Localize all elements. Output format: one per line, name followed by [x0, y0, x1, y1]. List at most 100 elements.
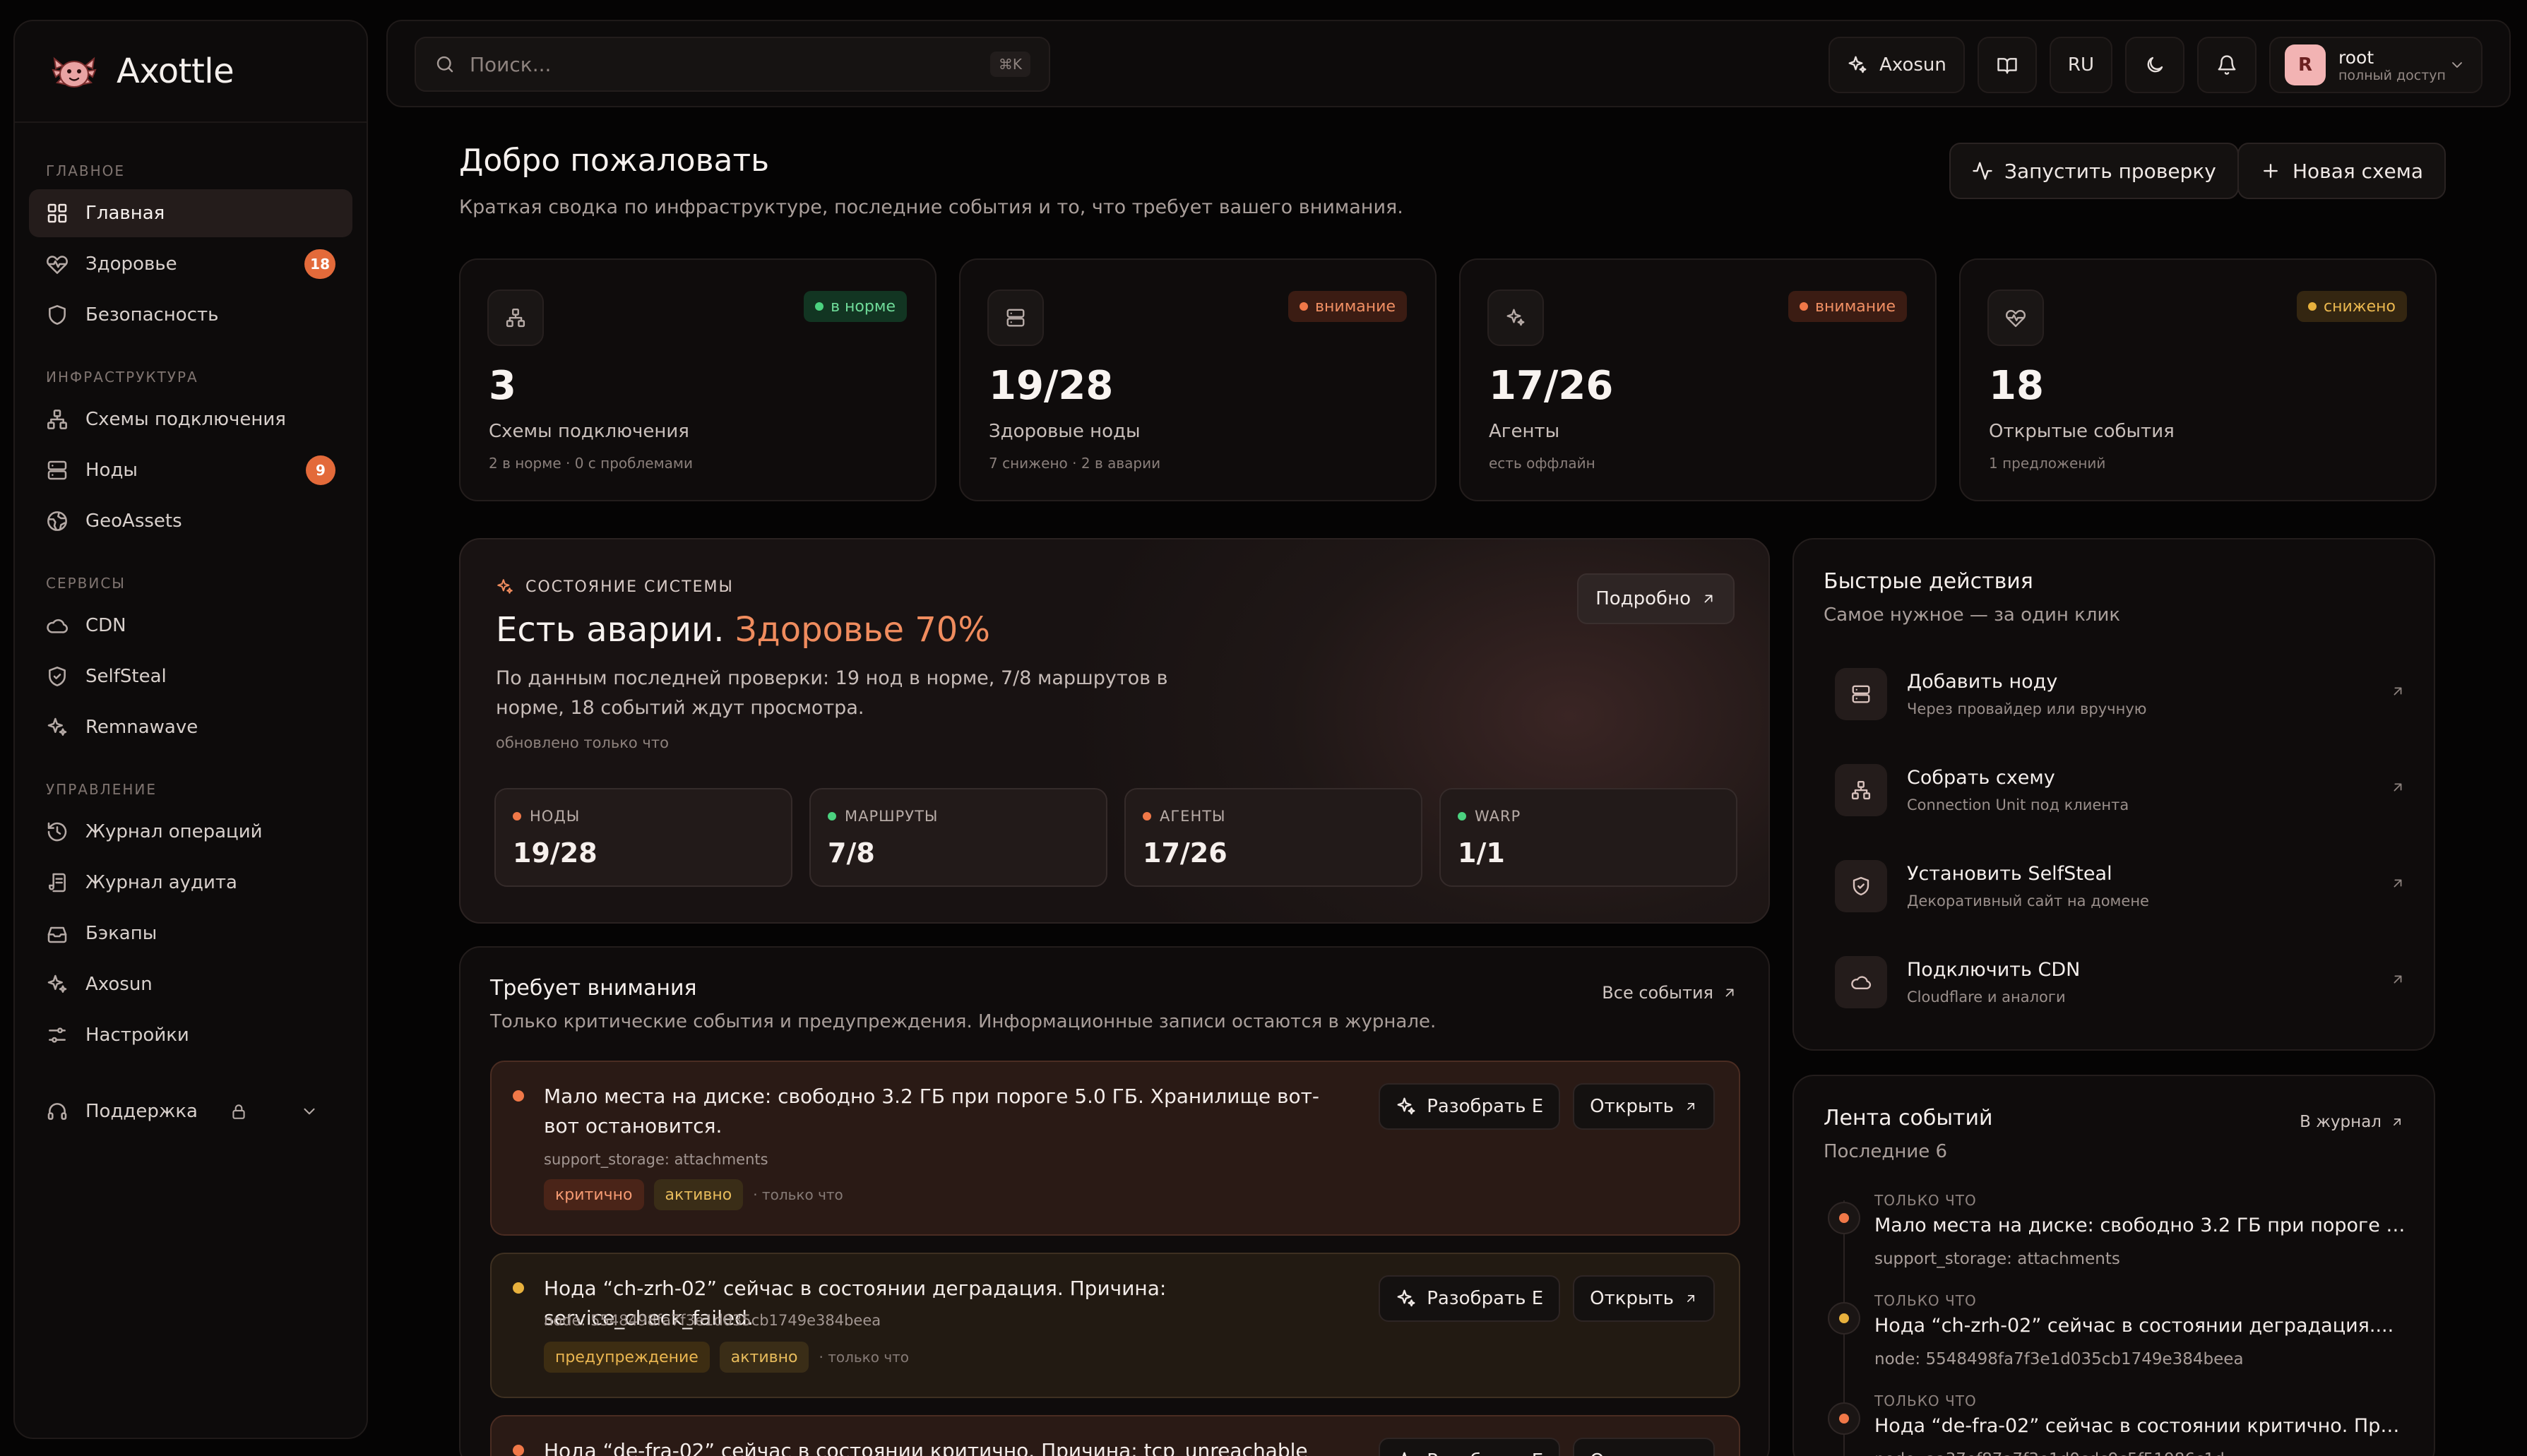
- all-events-link[interactable]: Все события: [1602, 983, 1737, 1003]
- sidebar-item-label: Бэкапы: [85, 923, 157, 944]
- analyze-button[interactable]: Разобрать Е: [1379, 1275, 1561, 1322]
- sidebar-item-audit-log[interactable]: Журнал аудита: [29, 859, 352, 907]
- system-description: По данным последней проверки: 19 нод в н…: [496, 667, 1168, 719]
- stat-value: 19/28: [989, 363, 1114, 409]
- quick-action-add-node[interactable]: Добавить ноду Через провайдер или вручну…: [1835, 655, 2406, 733]
- sidebar-item-label: Axosun: [85, 974, 153, 995]
- analyze-button[interactable]: Разобрать Е: [1379, 1083, 1561, 1130]
- system-title: Есть аварии. Здоровье 70%: [496, 610, 990, 650]
- event-feed-card: Лента событий Последние 6 В журнал ТОЛЬК…: [1792, 1075, 2435, 1456]
- brand-name: Axottle: [117, 52, 234, 91]
- sidebar-item-selfsteal[interactable]: SelfSteal: [29, 652, 352, 700]
- analyze-button[interactable]: Разобрать Е: [1379, 1438, 1561, 1456]
- sidebar-item-axosun[interactable]: Axosun: [29, 960, 352, 1008]
- sidebar-item-geoassets[interactable]: GeoAssets: [29, 497, 352, 545]
- stat-card-nodes[interactable]: внимание 19/28 Здоровые ноды 7 снижено ·…: [959, 258, 1437, 501]
- search-input[interactable]: [470, 52, 990, 76]
- quick-actions-title: Быстрые действия: [1824, 569, 2033, 594]
- sidebar-item-nodes[interactable]: Ноды 9: [29, 446, 352, 494]
- event-time: · только что: [753, 1186, 843, 1203]
- open-button[interactable]: Открыть: [1573, 1083, 1715, 1130]
- feed-item[interactable]: ТОЛЬКО ЧТО Нода “de-fra-02” сейчас в сос…: [1824, 1387, 2411, 1456]
- metric-agents: АГЕНТЫ 17/26: [1124, 788, 1422, 887]
- event-item[interactable]: Нода “de-fra-02” сейчас в состоянии крит…: [490, 1415, 1740, 1456]
- language-label: RU: [2067, 54, 2094, 76]
- sidebar-item-remnawave[interactable]: Remnawave: [29, 703, 352, 751]
- nodes-count-badge: 9: [306, 455, 335, 485]
- event-item[interactable]: Мало места на диске: свободно 3.2 ГБ при…: [490, 1061, 1740, 1236]
- event-item[interactable]: Нода “ch-zrh-02” сейчас в состоянии дегр…: [490, 1253, 1740, 1398]
- feed-subtitle: Последние 6: [1824, 1141, 1948, 1162]
- top-actions: Axosun RU R root полный доступ: [1829, 37, 2483, 93]
- search-shortcut: ⌘K: [989, 52, 1030, 77]
- nav-section-support: Поддержка: [15, 1087, 367, 1135]
- quick-action-install-selfsteal[interactable]: Установить SelfSteal Декоративный сайт н…: [1835, 847, 2406, 925]
- sidebar-item-settings[interactable]: Настройки: [29, 1011, 352, 1059]
- arrow-up-right-icon: [1687, 1295, 1694, 1302]
- brand[interactable]: Axottle: [15, 21, 367, 123]
- sidebar-item-label: Поддержка: [85, 1101, 198, 1122]
- shield-check-icon: [1853, 876, 1869, 896]
- sidebar-item-operations-log[interactable]: Журнал операций: [29, 808, 352, 856]
- search-box[interactable]: ⌘K: [415, 37, 1050, 92]
- sidebar-item-health[interactable]: Здоровье 18: [29, 240, 352, 288]
- heart-pulse-icon: [2006, 310, 2026, 328]
- quick-action-connect-cdn[interactable]: Подключить CDN Cloudflare и аналоги: [1835, 943, 2406, 1021]
- search-icon: [436, 56, 453, 73]
- sidebar-item-label: Схемы подключения: [85, 409, 286, 430]
- stat-value: 17/26: [1489, 363, 1614, 409]
- quick-actions-card: Быстрые действия Самое нужное — за один …: [1792, 538, 2435, 1051]
- docs-button[interactable]: [1977, 37, 2037, 93]
- arrow-up-right-icon: [1725, 989, 1734, 997]
- feed-item[interactable]: ТОЛЬКО ЧТО Нода “ch-zrh-02” сейчас в сос…: [1824, 1287, 2410, 1385]
- sparkles-icon: [47, 717, 67, 736]
- bell-icon: [2218, 55, 2236, 75]
- health-count-badge: 18: [304, 249, 335, 279]
- arrow-up-right-icon: [1704, 595, 1713, 603]
- system-details-button[interactable]: Подробно: [1577, 573, 1735, 624]
- sidebar-item-home[interactable]: Главная: [29, 189, 352, 237]
- stat-card-events[interactable]: снижено 18 Открытые события 1 предложени…: [1959, 258, 2437, 501]
- sparkles-icon: [47, 974, 67, 993]
- lock-icon: [232, 1104, 245, 1119]
- language-button[interactable]: RU: [2049, 37, 2112, 93]
- axosun-button[interactable]: Axosun: [1829, 37, 1965, 93]
- new-scheme-button[interactable]: Новая схема: [2237, 143, 2446, 199]
- quick-action-build-scheme[interactable]: Собрать схему Connection Unit под клиент…: [1835, 751, 2406, 829]
- nav-heading: СЕРВИСЫ: [46, 575, 126, 592]
- sparkles-icon: [1402, 1452, 1407, 1456]
- theme-toggle-button[interactable]: [2125, 37, 2184, 93]
- sidebar-item-backups[interactable]: Бэкапы: [29, 909, 352, 957]
- stat-label: Схемы подключения: [489, 421, 689, 442]
- status-badge: снижено: [2297, 291, 2407, 322]
- chevron-down-icon[interactable]: [300, 1102, 319, 1121]
- stat-value: 18: [1989, 363, 2044, 409]
- sparkles-icon: [1397, 1097, 1415, 1115]
- sidebar-item-cdn[interactable]: CDN: [29, 602, 352, 650]
- sidebar-item-label: SelfSteal: [85, 666, 167, 687]
- open-button[interactable]: Открыть: [1573, 1275, 1715, 1322]
- activity-icon: [1973, 162, 1992, 180]
- sidebar-item-support[interactable]: Поддержка: [29, 1087, 352, 1135]
- feed-title: Лента событий: [1824, 1106, 1993, 1130]
- cloud-icon: [47, 619, 69, 633]
- run-check-button[interactable]: Запустить проверку: [1949, 143, 2239, 199]
- feed-item[interactable]: ТОЛЬКО ЧТО Мало места на диске: свободно…: [1824, 1186, 2411, 1285]
- topbar: ⌘K Axosun RU R root полный доступ: [386, 20, 2511, 107]
- notifications-button[interactable]: [2197, 37, 2257, 93]
- sidebar-item-security[interactable]: Безопасность: [29, 291, 352, 339]
- state-badge: активно: [653, 1179, 744, 1210]
- attention-subtitle: Только критические события и предупрежде…: [490, 1011, 1437, 1032]
- health-percent: Здоровье 70%: [735, 610, 990, 650]
- stat-card-schemes[interactable]: в норме 3 Схемы подключения 2 в норме · …: [459, 258, 937, 501]
- to-journal-link[interactable]: В журнал: [2300, 1113, 2404, 1131]
- stat-card-agents[interactable]: внимание 17/26 Агенты есть оффлайн: [1459, 258, 1937, 501]
- sidebar-item-label: Журнал операций: [85, 821, 263, 842]
- open-button[interactable]: Открыть: [1573, 1438, 1715, 1456]
- quick-actions-subtitle: Самое нужное — за один клик: [1824, 604, 2121, 626]
- server-icon: [47, 460, 67, 480]
- sidebar-item-label: Настройки: [85, 1025, 189, 1046]
- sidebar-item-schemes[interactable]: Схемы подключения: [29, 395, 352, 443]
- attention-card: Требует внимания Только критические собы…: [459, 946, 1770, 1456]
- user-menu[interactable]: R root полный доступ: [2269, 37, 2483, 93]
